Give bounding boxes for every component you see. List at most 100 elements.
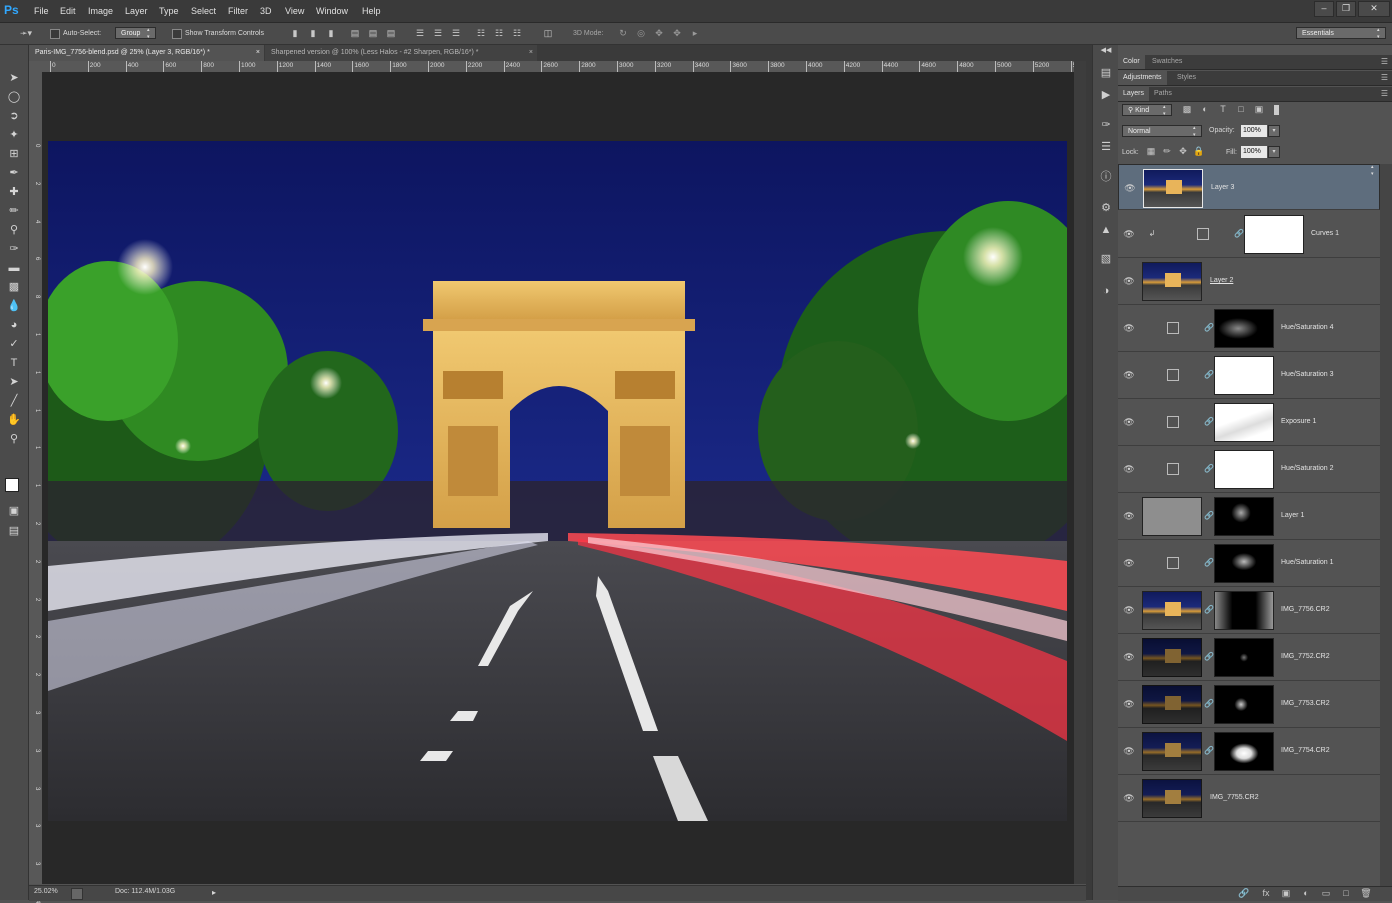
layer-mask-thumbnail[interactable]	[1214, 497, 1274, 536]
gradient-tool-icon[interactable]: ▩	[4, 278, 24, 296]
visibility-eye-icon[interactable]: 👁	[1123, 275, 1135, 287]
layer-row-layer-3[interactable]: 👁 Layer 3	[1118, 164, 1380, 210]
visibility-eye-icon[interactable]: 👁	[1123, 792, 1135, 804]
layer-name[interactable]: IMG_7752.CR2	[1281, 634, 1330, 680]
layers-scrollbar[interactable]	[1380, 164, 1392, 886]
menu-select[interactable]: Select	[191, 0, 216, 22]
distribute-left-icon[interactable]: ☷	[475, 28, 487, 39]
exposure-adjustment-icon[interactable]	[1167, 416, 1179, 428]
distribute-vcenter-icon[interactable]: ☰	[432, 28, 444, 39]
tab-paths[interactable]: Paths	[1149, 87, 1177, 101]
tab-adjustments[interactable]: Adjustments	[1118, 71, 1167, 85]
layer-row-hue-saturation-2[interactable]: 👁 🔗 Hue/Saturation 2	[1118, 446, 1380, 493]
layer-thumbnail[interactable]	[1142, 732, 1202, 771]
layer-name[interactable]: Hue/Saturation 2	[1281, 446, 1334, 492]
visibility-eye-icon[interactable]: 👁	[1123, 745, 1135, 757]
filter-shape-icon[interactable]: □	[1235, 104, 1247, 115]
brush-panel-icon[interactable]: ✑	[1098, 117, 1114, 133]
lock-all-icon[interactable]: 🔒	[1193, 146, 1205, 157]
clone-stamp-tool-icon[interactable]: ⚲	[4, 221, 24, 239]
foreground-color-swatch[interactable]	[5, 478, 19, 492]
spot-healing-tool-icon[interactable]: ✚	[4, 183, 24, 201]
layer-row-hue-saturation-1[interactable]: 👁 🔗 Hue/Saturation 1	[1118, 540, 1380, 587]
link-icon[interactable]: 🔗	[1204, 416, 1214, 428]
layer-mask-thumbnail[interactable]	[1214, 356, 1274, 395]
curves-adjustment-icon[interactable]	[1197, 228, 1209, 240]
visibility-eye-icon[interactable]: 👁	[1124, 182, 1136, 194]
fill-slider-icon[interactable]: ▾	[1268, 146, 1280, 158]
distribute-hcenter-icon[interactable]: ☷	[493, 28, 505, 39]
roll-3d-icon[interactable]: ◎	[635, 28, 647, 39]
layer-row-img-7752[interactable]: 👁 🔗 IMG_7752.CR2	[1118, 634, 1380, 681]
slide-3d-icon[interactable]: ✥	[671, 28, 683, 39]
layer-name[interactable]: Hue/Saturation 1	[1281, 540, 1334, 586]
visibility-eye-icon[interactable]: 👁	[1123, 416, 1135, 428]
move-tool-preset-icon[interactable]: ➛▾	[14, 28, 38, 39]
layer-name[interactable]: Exposure 1	[1281, 399, 1316, 445]
blur-tool-icon[interactable]: 💧	[4, 297, 24, 315]
link-layers-icon[interactable]: 🔗	[1238, 888, 1250, 899]
panel-menu-icon[interactable]: ☰	[1381, 55, 1388, 69]
align-hcenter-icon[interactable]: ▤	[367, 28, 379, 39]
info-icon[interactable]: ⓘ	[1098, 169, 1114, 185]
vertical-ruler[interactable]: 024681111122222333334	[29, 72, 43, 903]
layer-mask-thumbnail[interactable]	[1214, 309, 1274, 348]
quick-selection-tool-icon[interactable]: ✦	[4, 126, 24, 144]
screen-mode-icon[interactable]: ▤	[4, 522, 24, 540]
layer-row-img-7756[interactable]: 👁 🔗 IMG_7756.CR2	[1118, 587, 1380, 634]
align-bottom-icon[interactable]: ▮	[325, 28, 337, 39]
collapse-icon[interactable]: ◀◀	[1098, 46, 1114, 56]
brush-tool-icon[interactable]: ✏	[4, 202, 24, 220]
layer-row-hue-saturation-3[interactable]: 👁 🔗 Hue/Saturation 3	[1118, 352, 1380, 399]
brush-presets-icon[interactable]: ☰	[1098, 139, 1114, 155]
canvas-vertical-scrollbar[interactable]	[1074, 61, 1086, 884]
layer-mask-thumbnail[interactable]	[1214, 544, 1274, 583]
tab-color[interactable]: Color	[1118, 55, 1145, 69]
visibility-eye-icon[interactable]: 👁	[1123, 228, 1135, 240]
layer-row-exposure-1[interactable]: 👁 🔗 Exposure 1	[1118, 399, 1380, 446]
layer-thumbnail[interactable]	[1142, 591, 1202, 630]
layer-row-img-7755[interactable]: 👁 IMG_7755.CR2	[1118, 775, 1380, 822]
menu-help[interactable]: Help	[362, 0, 381, 22]
link-icon[interactable]: 🔗	[1204, 604, 1214, 616]
layer-thumbnail[interactable]	[1142, 685, 1202, 724]
link-icon[interactable]: 🔗	[1204, 322, 1214, 334]
opacity-slider-icon[interactable]: ▾	[1268, 125, 1280, 137]
minimize-button[interactable]: ‒	[1314, 1, 1334, 17]
auto-select-checkbox[interactable]	[50, 29, 60, 39]
navigator-icon[interactable]: ◑	[1098, 283, 1114, 299]
layer-mask-thumbnail[interactable]	[1214, 638, 1274, 677]
eyedropper-tool-icon[interactable]: ✒	[4, 164, 24, 182]
channels-icon[interactable]: ▧	[1098, 251, 1114, 267]
layer-name[interactable]: IMG_7754.CR2	[1281, 728, 1330, 774]
menu-filter[interactable]: Filter	[228, 0, 248, 22]
dodge-tool-icon[interactable]: ◕	[4, 316, 24, 334]
link-icon[interactable]: 🔗	[1204, 510, 1214, 522]
properties-icon[interactable]: ⚙	[1098, 200, 1114, 216]
layer-mask-thumbnail[interactable]	[1214, 732, 1274, 771]
menu-file[interactable]: File	[34, 0, 49, 22]
delete-layer-icon[interactable]: 🗑	[1360, 888, 1372, 899]
quick-mask-icon[interactable]: ▣	[4, 502, 24, 520]
layer-name[interactable]: IMG_7755.CR2	[1210, 775, 1259, 821]
workspace-dropdown[interactable]: Essentials	[1296, 27, 1386, 41]
hue-saturation-adjustment-icon[interactable]	[1167, 369, 1179, 381]
layer-mask-thumbnail[interactable]	[1214, 450, 1274, 489]
layer-mask-thumbnail[interactable]	[1244, 215, 1304, 254]
align-vcenter-icon[interactable]: ▮	[307, 28, 319, 39]
layer-name[interactable]: IMG_7753.CR2	[1281, 681, 1330, 727]
restore-button[interactable]: ❐	[1336, 1, 1356, 17]
layer-filter-dropdown[interactable]: ⚲ Kind	[1122, 104, 1172, 118]
tab-sharpened-version[interactable]: Sharpened version @ 100% (Less Halos - #…	[265, 45, 537, 61]
panel-menu-icon[interactable]: ☰	[1381, 71, 1388, 85]
link-icon[interactable]: 🔗	[1204, 369, 1214, 381]
layer-mask-thumbnail[interactable]	[1214, 403, 1274, 442]
distribute-bottom-icon[interactable]: ☰	[450, 28, 462, 39]
distribute-right-icon[interactable]: ☷	[511, 28, 523, 39]
line-tool-icon[interactable]: ╱	[4, 392, 24, 410]
tab-layers[interactable]: Layers	[1118, 87, 1150, 101]
auto-align-icon[interactable]: ◫	[542, 28, 554, 39]
layer-name[interactable]: Layer 1	[1281, 493, 1304, 539]
add-mask-icon[interactable]: ▣	[1280, 888, 1292, 899]
scale-3d-icon[interactable]: ▸	[689, 28, 701, 39]
